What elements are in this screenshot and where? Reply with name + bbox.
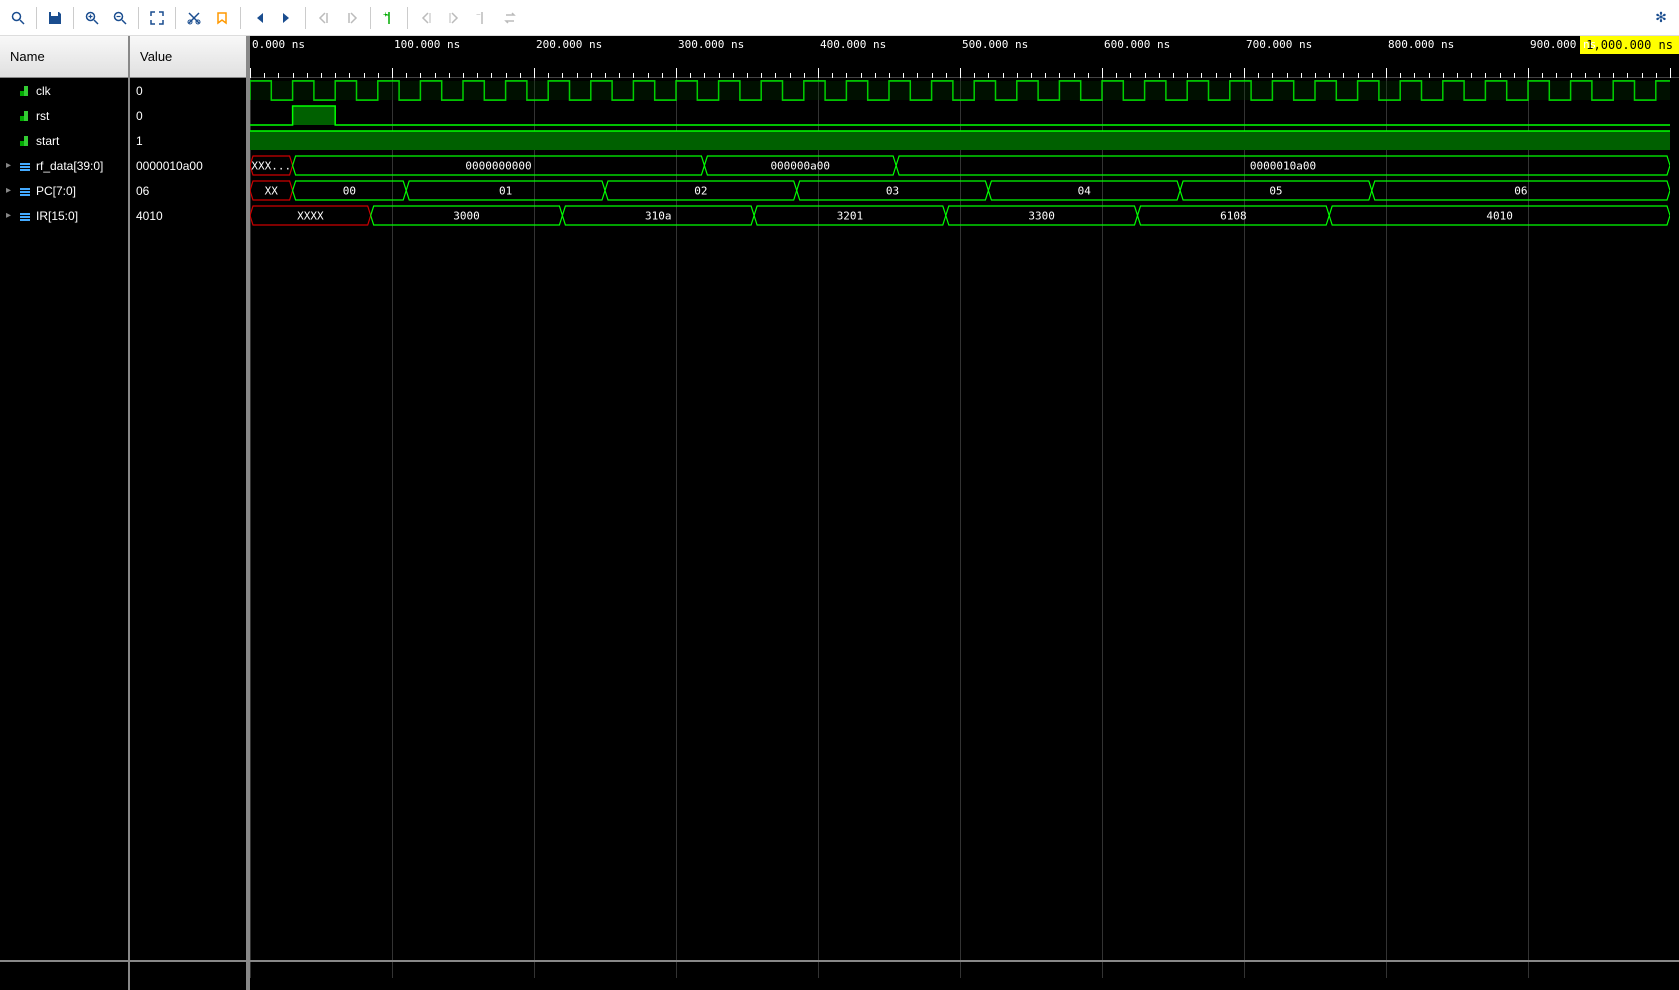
next-edge-icon[interactable] xyxy=(338,4,366,32)
svg-text:4010: 4010 xyxy=(1486,210,1513,223)
marker-icon[interactable] xyxy=(208,4,236,32)
svg-text:3000: 3000 xyxy=(453,210,480,223)
signal-value-row[interactable]: 06 xyxy=(130,178,246,203)
expand-icon[interactable]: ▸ xyxy=(6,160,18,171)
time-label: 500.000 ns xyxy=(962,38,1028,51)
signal-value: 06 xyxy=(136,184,149,198)
bus-icon xyxy=(18,209,32,223)
signal-name: rf_data[39:0] xyxy=(36,159,103,173)
svg-text:XXX...: XXX... xyxy=(251,160,291,173)
cursor-next-icon[interactable] xyxy=(440,4,468,32)
signal-name: IR[15:0] xyxy=(36,209,78,223)
scalar-icon xyxy=(18,109,32,123)
svg-text:03: 03 xyxy=(886,185,899,198)
time-label: 200.000 ns xyxy=(536,38,602,51)
svg-text:XXXX: XXXX xyxy=(297,210,324,223)
svg-text:+: + xyxy=(383,11,388,19)
zoom-fit-icon[interactable] xyxy=(143,4,171,32)
expand-icon[interactable]: ▸ xyxy=(6,210,18,221)
signal-name-row[interactable]: start xyxy=(0,128,128,153)
time-label: 800.000 ns xyxy=(1388,38,1454,51)
wave-row[interactable] xyxy=(250,78,1679,103)
toolbar: + − ✻ xyxy=(0,0,1679,36)
wave-row[interactable]: XXX... 0000000000 000000a00 0000010a00 xyxy=(250,153,1679,178)
go-last-icon[interactable] xyxy=(273,4,301,32)
signal-name: PC[7:0] xyxy=(36,184,76,198)
wave-row[interactable] xyxy=(250,103,1679,128)
svg-text:01: 01 xyxy=(499,185,512,198)
signal-value: 0 xyxy=(136,84,143,98)
prev-edge-icon[interactable] xyxy=(310,4,338,32)
signal-value-row[interactable]: 1 xyxy=(130,128,246,153)
wave-row[interactable]: XX 00 01 02 03 04 05 06 xyxy=(250,178,1679,203)
value-header[interactable]: Value xyxy=(130,36,246,78)
time-label: 0.000 ns xyxy=(252,38,305,51)
signal-value-row[interactable]: 0000010a00 xyxy=(130,153,246,178)
time-ruler[interactable]: 0.000 ns 100.000 ns 200.000 ns 300.000 ns 40… xyxy=(250,36,1679,78)
signal-name: clk xyxy=(36,84,51,98)
name-header[interactable]: Name xyxy=(0,36,128,78)
svg-text:06: 06 xyxy=(1514,185,1527,198)
wave-row[interactable] xyxy=(250,128,1679,153)
wave-row[interactable]: XXXX 3000 310a 3201 3300 6108 4010 xyxy=(250,203,1679,228)
signal-value: 1 xyxy=(136,134,143,148)
name-panel: Name clk rst start ▸ rf_data[39:0] ▸ PC[7:0] ▸ I… xyxy=(0,36,130,990)
add-marker-icon[interactable]: + xyxy=(375,4,403,32)
svg-text:000000a00: 000000a00 xyxy=(770,160,830,173)
bus-icon xyxy=(18,184,32,198)
signal-name: start xyxy=(36,134,59,148)
svg-text:3201: 3201 xyxy=(837,210,864,223)
svg-text:310a: 310a xyxy=(645,210,672,223)
time-label: 100.000 ns xyxy=(394,38,460,51)
svg-text:3300: 3300 xyxy=(1028,210,1055,223)
time-label: 700.000 ns xyxy=(1246,38,1312,51)
time-label: 300.000 ns xyxy=(678,38,744,51)
signal-value: 0 xyxy=(136,109,143,123)
remove-marker-icon[interactable]: − xyxy=(468,4,496,32)
signal-name-row[interactable]: ▸ PC[7:0] xyxy=(0,178,128,203)
svg-text:02: 02 xyxy=(694,185,707,198)
svg-text:0000000000: 0000000000 xyxy=(465,160,531,173)
zoom-out-icon[interactable] xyxy=(106,4,134,32)
swap-icon[interactable] xyxy=(496,4,524,32)
time-label: 900.000 ns xyxy=(1530,38,1596,51)
expand-icon[interactable]: ▸ xyxy=(6,185,18,196)
svg-text:0000010a00: 0000010a00 xyxy=(1250,160,1316,173)
signal-name-row[interactable]: clk xyxy=(0,78,128,103)
svg-text:−: − xyxy=(476,11,481,19)
signal-value-row[interactable]: 0 xyxy=(130,103,246,128)
svg-text:6108: 6108 xyxy=(1220,210,1247,223)
signal-name-row[interactable]: rst xyxy=(0,103,128,128)
time-label: 400.000 ns xyxy=(820,38,886,51)
cut-icon[interactable] xyxy=(180,4,208,32)
value-panel: Value 0 0 1 0000010a00 06 4010 xyxy=(130,36,250,990)
signal-value-row[interactable]: 0 xyxy=(130,78,246,103)
svg-text:00: 00 xyxy=(343,185,356,198)
svg-text:XX: XX xyxy=(265,185,279,198)
signal-value-row[interactable]: 4010 xyxy=(130,203,246,228)
signal-value: 4010 xyxy=(136,209,163,223)
save-icon[interactable] xyxy=(41,4,69,32)
bus-icon xyxy=(18,159,32,173)
scalar-icon xyxy=(18,84,32,98)
signal-name: rst xyxy=(36,109,49,123)
settings-icon[interactable]: ✻ xyxy=(1647,4,1675,32)
waveform-area[interactable]: 1,000.000 ns 0.000 ns100.000 ns200.000 n… xyxy=(250,36,1679,990)
svg-text:05: 05 xyxy=(1269,185,1282,198)
main-area: Name clk rst start ▸ rf_data[39:0] ▸ PC[7:0] ▸ I… xyxy=(0,36,1679,990)
time-label: 600.000 ns xyxy=(1104,38,1170,51)
cursor-prev-icon[interactable] xyxy=(412,4,440,32)
scalar-icon xyxy=(18,134,32,148)
go-first-icon[interactable] xyxy=(245,4,273,32)
svg-text:04: 04 xyxy=(1078,185,1092,198)
signal-name-row[interactable]: ▸ IR[15:0] xyxy=(0,203,128,228)
signal-value: 0000010a00 xyxy=(136,159,203,173)
zoom-in-icon[interactable] xyxy=(78,4,106,32)
search-icon[interactable] xyxy=(4,4,32,32)
signal-name-row[interactable]: ▸ rf_data[39:0] xyxy=(0,153,128,178)
